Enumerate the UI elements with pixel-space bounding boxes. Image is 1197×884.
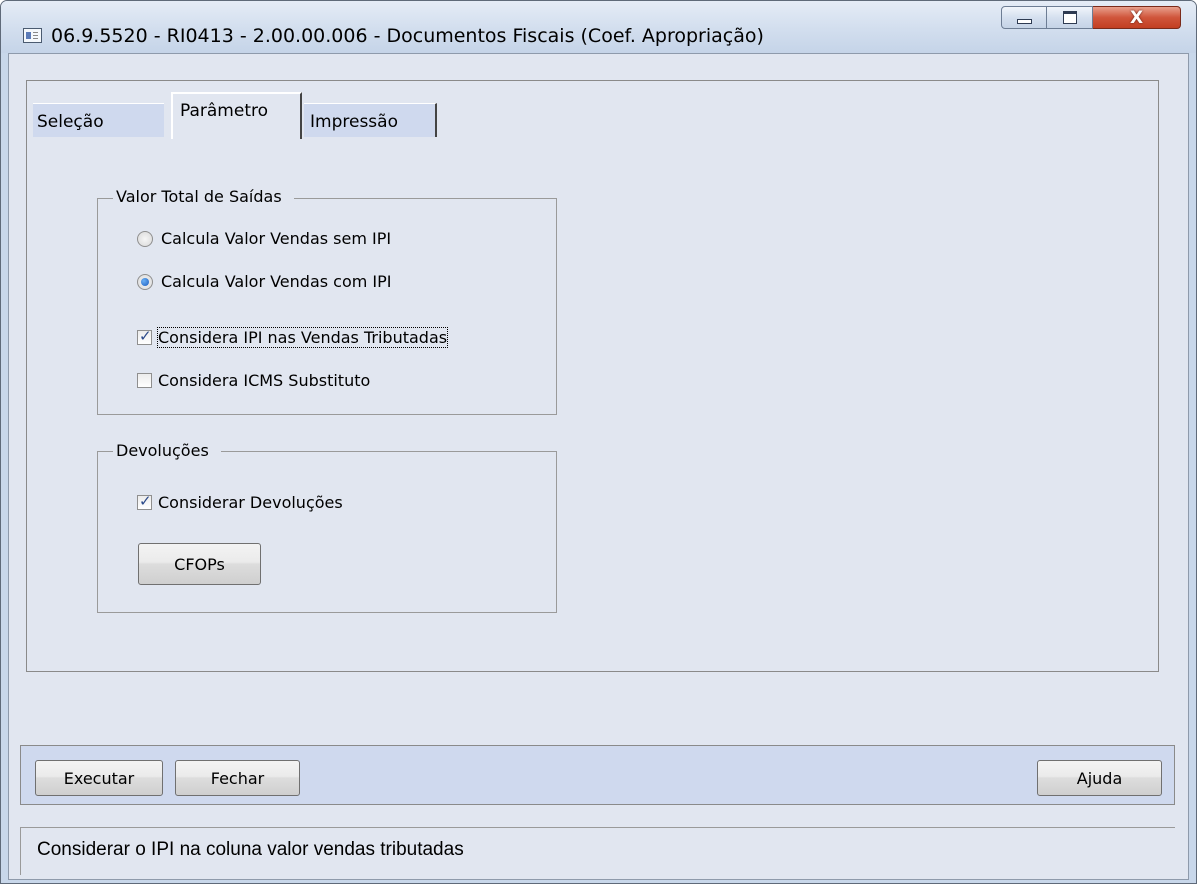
radio-button[interactable] bbox=[137, 230, 153, 247]
check-icon: ✓ bbox=[139, 327, 152, 345]
maximize-icon bbox=[1062, 11, 1077, 24]
radio-label: Calcula Valor Vendas com IPI bbox=[161, 272, 392, 291]
tab-impressao[interactable]: Impressão bbox=[304, 103, 437, 137]
tab-label: Seleção bbox=[37, 112, 104, 132]
tab-label: Impressão bbox=[310, 112, 398, 132]
checkbox[interactable] bbox=[137, 373, 152, 388]
group-title-devolucoes: Devoluções bbox=[113, 441, 221, 460]
checkbox-considera-icms[interactable]: Considera ICMS Substituto bbox=[137, 371, 370, 390]
close-icon: X bbox=[1129, 7, 1144, 28]
checkbox-label: Considera IPI nas Vendas Tributadas bbox=[156, 327, 449, 348]
radio-sem-ipi[interactable]: Calcula Valor Vendas sem IPI bbox=[137, 229, 391, 248]
minimize-button[interactable] bbox=[1001, 6, 1047, 29]
caption-buttons: X bbox=[1001, 6, 1181, 31]
tab-selecao[interactable]: Seleção bbox=[33, 103, 164, 137]
close-button[interactable]: X bbox=[1093, 6, 1181, 29]
radio-com-ipi[interactable]: Calcula Valor Vendas com IPI bbox=[137, 272, 392, 291]
cfops-button[interactable]: CFOPs bbox=[138, 543, 261, 585]
tab-label: Parâmetro bbox=[180, 101, 269, 121]
status-bar: Considerar o IPI na coluna valor vendas … bbox=[20, 827, 1175, 875]
checkbox-label: Considerar Devoluções bbox=[158, 493, 343, 512]
fechar-button[interactable]: Fechar bbox=[175, 760, 300, 796]
status-text: Considerar o IPI na coluna valor vendas … bbox=[37, 839, 464, 860]
minimize-icon bbox=[1016, 19, 1032, 24]
tab-parametro[interactable]: Parâmetro bbox=[171, 92, 302, 139]
maximize-button[interactable] bbox=[1047, 6, 1093, 29]
group-title-valor-total-saidas: Valor Total de Saídas bbox=[113, 187, 294, 206]
checkbox[interactable]: ✓ bbox=[137, 327, 152, 345]
check-icon: ✓ bbox=[139, 492, 152, 510]
executar-button[interactable]: Executar bbox=[35, 760, 163, 796]
checkbox[interactable]: ✓ bbox=[137, 492, 152, 510]
group-devolucoes bbox=[97, 451, 557, 613]
ajuda-button[interactable]: Ajuda bbox=[1037, 760, 1162, 796]
checkbox-considera-ipi[interactable]: ✓ Considera IPI nas Vendas Tributadas bbox=[137, 327, 449, 348]
radio-button[interactable] bbox=[137, 273, 153, 290]
title-bar[interactable]: 06.9.5520 - RI0413 - 2.00.00.006 - Docum… bbox=[1, 1, 1196, 53]
window-title: 06.9.5520 - RI0413 - 2.00.00.006 - Docum… bbox=[51, 25, 764, 47]
radio-label: Calcula Valor Vendas sem IPI bbox=[161, 229, 392, 248]
app-icon[interactable] bbox=[23, 28, 42, 43]
checkbox-label: Considera ICMS Substituto bbox=[158, 371, 371, 390]
checkbox-considerar-devolucoes[interactable]: ✓ Considerar Devoluções bbox=[137, 492, 343, 512]
